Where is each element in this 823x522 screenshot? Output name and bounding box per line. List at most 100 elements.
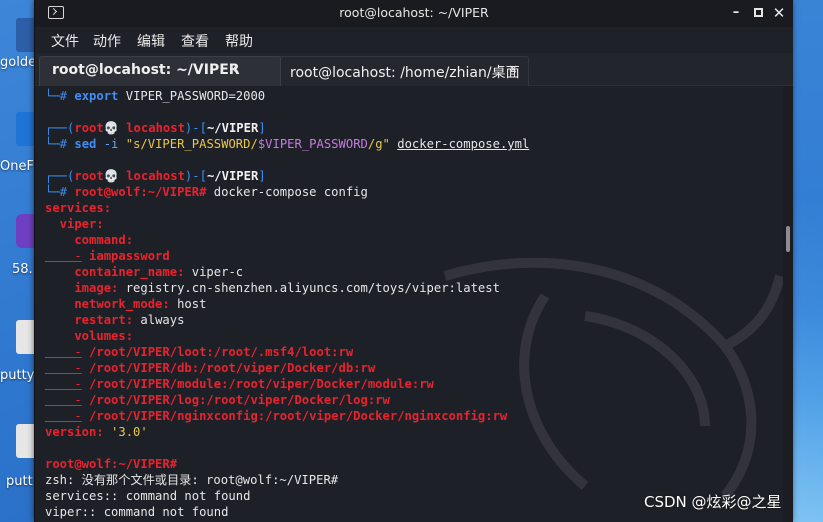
yaml-key: image: bbox=[45, 281, 119, 295]
desktop-label-2[interactable]: OneF bbox=[0, 159, 34, 174]
yaml-key: command: bbox=[45, 233, 134, 247]
scrollbar-thumb[interactable] bbox=[786, 226, 790, 252]
yaml-item: - /root/VIPER/log:/root/viper/Docker/log… bbox=[45, 392, 390, 408]
error-line: zsh: 没有那个文件或目录: root@wolf:~/VIPER# bbox=[45, 473, 339, 487]
yaml-value: /root/VIPER/module:/root/viper/Docker/mo… bbox=[81, 377, 434, 391]
yaml-value: '3.0' bbox=[103, 425, 148, 439]
yaml-pair: network_mode: host bbox=[45, 296, 206, 312]
yaml-value: /root/VIPER/db:/root/viper/Docker/db:rw bbox=[81, 361, 376, 375]
yaml-key: version: bbox=[45, 425, 104, 439]
yaml-value: viper-c bbox=[184, 265, 244, 279]
yaml-dash: - bbox=[45, 409, 82, 423]
prompt-arrow: └─# bbox=[45, 137, 75, 151]
desktop-label-5[interactable]: putt bbox=[6, 474, 33, 489]
pasted-prompt: root@wolf:~/VIPER# bbox=[45, 457, 178, 471]
watermark-text: CSDN @炫彩@之星 bbox=[644, 493, 782, 511]
terminal-window: root@locahost: ~/VIPER – ✕ 文件 动作 编辑 查看 帮… bbox=[34, 0, 793, 522]
desktop-icon-4[interactable] bbox=[0, 320, 46, 354]
desktop-label-3[interactable]: 58. bbox=[12, 262, 33, 277]
yaml-value: registry.cn-shenzhen.aliyuncs.com/toys/v… bbox=[118, 281, 500, 295]
yaml-key: volumes: bbox=[45, 329, 134, 343]
terminal-line: └─# root@wolf:~/VIPER# docker-compose co… bbox=[45, 184, 368, 200]
yaml-item: - /root/VIPER/nginxconfig:/root/viper/Do… bbox=[45, 408, 507, 424]
error-line: services:: command not found bbox=[45, 489, 251, 503]
yaml-value: host bbox=[169, 297, 207, 311]
close-button[interactable]: ✕ bbox=[770, 4, 788, 22]
yaml-dash: - bbox=[45, 345, 82, 359]
yaml-item: - /root/VIPER/db:/root/viper/Docker/db:r… bbox=[45, 360, 375, 376]
maximize-icon bbox=[753, 8, 763, 17]
yaml-item: - /root/VIPER/module:/root/viper/Docker/… bbox=[45, 376, 434, 392]
menu-file[interactable]: 文件 bbox=[51, 31, 79, 51]
menu-action[interactable]: 动作 bbox=[93, 31, 121, 51]
error-line: viper:: command not found bbox=[45, 505, 229, 519]
yaml-dash: - bbox=[45, 249, 82, 263]
desktop-icon-1[interactable] bbox=[0, 18, 46, 52]
window-title: root@locahost: ~/VIPER bbox=[339, 5, 489, 20]
yaml-dash: - bbox=[45, 393, 82, 407]
terminal-line: └─# sed -i "s/VIPER_PASSWORD/$VIPER_PASS… bbox=[45, 136, 529, 152]
prompt-bracket: ] bbox=[258, 169, 266, 183]
prompt-bracket: ┌──( bbox=[45, 169, 75, 183]
tab-close-icon[interactable]: × bbox=[508, 62, 518, 76]
menu-help[interactable]: 帮助 bbox=[225, 31, 253, 51]
yaml-item: - /root/VIPER/loot:/root/.msf4/loot:rw bbox=[45, 344, 353, 360]
string-arg: "s/VIPER_PASSWORD/ bbox=[125, 137, 258, 151]
command-keyword: export bbox=[74, 89, 119, 103]
tab-label: root@locahost: /home/zhian/桌面 bbox=[290, 65, 520, 81]
yaml-value: /root/VIPER/nginxconfig:/root/viper/Dock… bbox=[81, 409, 508, 423]
tab-bar: root@locahost: /home/zhian/桌面 × root@loc… bbox=[35, 53, 793, 86]
prompt-arrow: └─# bbox=[45, 185, 75, 199]
terminal-line: └─# export VIPER_PASSWORD=2000 bbox=[45, 88, 265, 104]
menu-view[interactable]: 查看 bbox=[181, 31, 209, 51]
tab-label: root@locahost: ~/VIPER bbox=[52, 62, 240, 78]
menu-edit[interactable]: 编辑 bbox=[137, 31, 165, 51]
command-args: docker-compose config bbox=[206, 185, 368, 199]
tab-home-desktop[interactable]: root@locahost: /home/zhian/桌面 × bbox=[257, 56, 529, 86]
desktop-icon-2[interactable] bbox=[0, 112, 46, 146]
pasted-prompt: root@wolf:~/VIPER# bbox=[74, 185, 207, 199]
yaml-pair: image: registry.cn-shenzhen.aliyuncs.com… bbox=[45, 280, 500, 296]
yaml-key: restart: bbox=[45, 313, 134, 327]
yaml-dash: - bbox=[45, 377, 82, 391]
prompt-dir: ~/VIPER bbox=[206, 169, 259, 183]
variable: $VIPER_PASSWORD bbox=[257, 137, 368, 151]
yaml-key: network_mode: bbox=[45, 297, 170, 311]
minimize-button[interactable]: – bbox=[727, 4, 745, 22]
yaml-pair: version: '3.0' bbox=[45, 424, 148, 440]
yaml-key: services: bbox=[45, 201, 112, 215]
terminal-output[interactable]: └─# export VIPER_PASSWORD=2000 ┌──(root💀… bbox=[35, 86, 783, 522]
yaml-pair: container_name: viper-c bbox=[45, 264, 243, 280]
kali-dragon-watermark bbox=[443, 257, 783, 500]
title-bar[interactable]: root@locahost: ~/VIPER – ✕ bbox=[35, 0, 793, 27]
prompt-line: ┌──(root💀 locahost)-[~/VIPER] bbox=[45, 168, 266, 184]
yaml-item: - iampassword bbox=[45, 248, 170, 264]
yaml-value: /root/VIPER/loot:/root/.msf4/loot:rw bbox=[81, 345, 354, 359]
yaml-pair: restart: always bbox=[45, 312, 184, 328]
scrollbar[interactable] bbox=[783, 86, 793, 522]
prompt-arrow: └─# bbox=[45, 89, 75, 103]
prompt-user: root💀 locahost bbox=[74, 121, 185, 135]
string-arg: /g" bbox=[367, 137, 390, 151]
desktop-icon-3[interactable] bbox=[0, 214, 46, 248]
tab-viper[interactable]: root@locahost: ~/VIPER × bbox=[39, 56, 281, 86]
command-flag: -i bbox=[96, 137, 126, 151]
command-keyword: sed bbox=[74, 137, 97, 151]
desktop-icon-5[interactable] bbox=[0, 424, 46, 458]
prompt-dir: ~/VIPER bbox=[206, 121, 259, 135]
yaml-value: /root/VIPER/log:/root/viper/Docker/log:r… bbox=[81, 393, 390, 407]
prompt-line: ┌──(root💀 locahost)-[~/VIPER] bbox=[45, 120, 266, 136]
yaml-key: viper: bbox=[45, 217, 104, 231]
desktop-wallpaper-edge bbox=[790, 0, 823, 522]
prompt-bracket: ┌──( bbox=[45, 121, 75, 135]
yaml-value: always bbox=[133, 313, 185, 327]
prompt-bracket: )-[ bbox=[184, 169, 207, 183]
maximize-button[interactable] bbox=[749, 4, 767, 22]
tab-close-icon[interactable]: × bbox=[228, 62, 238, 76]
file-arg: docker-compose.yml bbox=[397, 137, 530, 151]
yaml-value: iampassword bbox=[81, 249, 170, 263]
command-args: VIPER_PASSWORD=2000 bbox=[118, 89, 266, 103]
yaml-dash: - bbox=[45, 361, 82, 375]
desktop-label-4[interactable]: putty bbox=[0, 368, 34, 383]
prompt-bracket: )-[ bbox=[184, 121, 207, 135]
